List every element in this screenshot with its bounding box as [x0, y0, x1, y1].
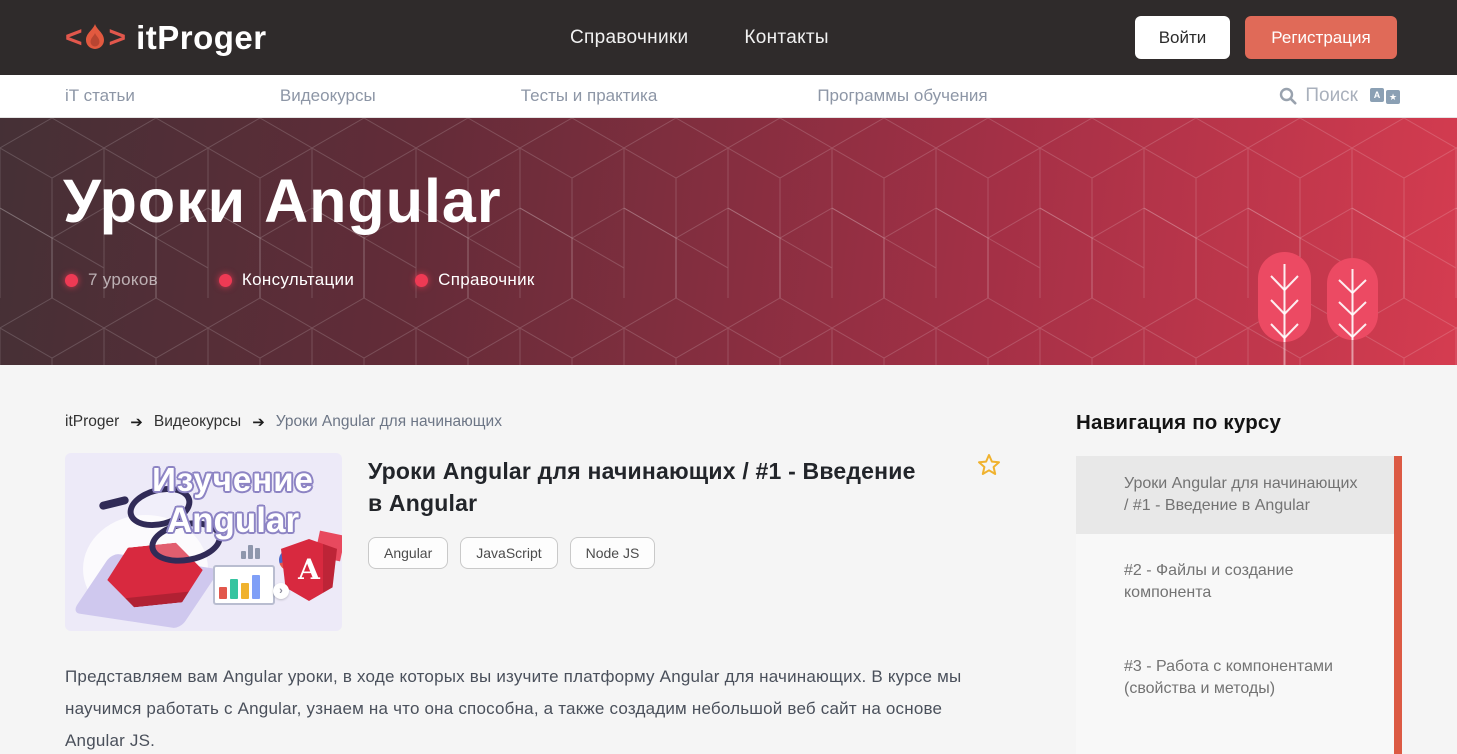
brand-text: itProger — [136, 18, 267, 56]
badge-lessons: 7 уроков — [65, 270, 158, 290]
bar-chart-icon — [241, 545, 260, 559]
badge-consultations: Консультации — [218, 270, 354, 290]
course-head: Уроки Angular для начинающих / #1 - Введ… — [368, 453, 928, 631]
red-dot-icon — [218, 273, 232, 287]
breadcrumb-arrow-icon: ➔ — [130, 414, 143, 431]
search-icon — [1280, 87, 1297, 105]
sidebar-heading: Навигация по курсу — [1076, 411, 1282, 434]
translate-a-box: A — [1370, 88, 1384, 102]
thumb-title: Изучение Angular — [152, 461, 314, 540]
hero-banner: Уроки Angular 7 уроков Консультации Спра… — [0, 118, 1457, 365]
nav-kontakty[interactable]: Контакты — [744, 27, 828, 49]
course-tags: Angular JavaScript Node JS — [368, 537, 928, 570]
auth-buttons: Войти Регистрация — [1135, 16, 1397, 59]
course-nav-item-1[interactable]: Уроки Angular для начинающих / #1 - Введ… — [1076, 456, 1394, 534]
angular-shield-icon: A › — [273, 530, 342, 601]
breadcrumb-courses[interactable]: Видеокурсы — [154, 413, 241, 431]
course-header-row: A › Изучение Angular Уроки Angular для н… — [65, 453, 1010, 631]
breadcrumb-current: Уроки Angular для начинающих — [275, 413, 502, 430]
search-label: Поиск — [1305, 85, 1358, 106]
subnav-video-courses[interactable]: Видеокурсы — [280, 86, 376, 106]
red-dot-icon — [65, 273, 78, 287]
flame-icon — [85, 23, 104, 49]
subnav-tests-practice[interactable]: Тесты и практика — [521, 86, 658, 106]
login-button[interactable]: Войти — [1135, 16, 1230, 59]
logo-flame-icon: < > — [65, 20, 126, 54]
course-title: Уроки Angular для начинающих / #1 - Введ… — [368, 458, 916, 517]
panel-scrollbar[interactable] — [1394, 456, 1402, 754]
chevron-circle-icon: › — [273, 583, 289, 599]
tree-decoration-icon — [1327, 258, 1378, 365]
course-nav-item-2[interactable]: #2 - Файлы и создание компонента — [1076, 534, 1394, 630]
course-nav-panel: Уроки Angular для начинающих / #1 - Введ… — [1076, 456, 1402, 754]
brand-logo[interactable]: < > itProger — [65, 19, 267, 57]
hero-badges: 7 уроков Консультации Справочник — [65, 270, 535, 290]
chart-monitor-icon — [213, 565, 275, 605]
hero-title: Уроки Angular — [63, 167, 502, 235]
nav-spravochniki[interactable]: Справочники — [570, 27, 688, 49]
top-nav: Справочники Контакты — [570, 27, 829, 49]
page: < > itProger Справочники Контакты Войти … — [0, 0, 1457, 754]
subnav-it-articles[interactable]: iT статьи — [65, 86, 135, 106]
tree-decoration-icon — [1258, 252, 1311, 365]
course-thumbnail: A › Изучение Angular — [65, 453, 342, 631]
translate-icon[interactable]: A ★ — [1370, 88, 1400, 104]
search[interactable]: Поиск — [1279, 85, 1358, 107]
course-nav-item-4[interactable]: #4 - Работа с HTML и — [1076, 726, 1394, 754]
main-content: itProger ➔ Видеокурсы ➔ Уроки Angular дл… — [0, 365, 1457, 754]
breadcrumb-arrow-icon: ➔ — [252, 414, 265, 431]
favorite-star-icon[interactable] — [977, 453, 1001, 481]
magnifier-handle-icon — [98, 495, 130, 511]
badge-reference: Справочник — [415, 270, 535, 290]
sub-nav: iT статьи Видеокурсы Тесты и практика Пр… — [0, 75, 1457, 118]
breadcrumb-home[interactable]: itProger — [65, 413, 119, 431]
tag-javascript[interactable]: JavaScript — [460, 537, 558, 570]
top-header: < > itProger Справочники Контакты Войти … — [0, 0, 1457, 75]
course-nav-item-3[interactable]: #3 - Работа с компонентами (свойства и м… — [1076, 630, 1394, 726]
translate-star-box: ★ — [1386, 90, 1400, 104]
red-dot-icon — [415, 273, 429, 287]
tag-angular[interactable]: Angular — [368, 537, 449, 570]
course-description: Представляем вам Angular уроки, в ходе к… — [65, 667, 962, 750]
cube-pattern — [0, 118, 1457, 365]
course-nav-sidebar: Навигация по курсу Уроки Angular для нач… — [1076, 411, 1402, 754]
register-button[interactable]: Регистрация — [1245, 16, 1397, 59]
tag-nodejs[interactable]: Node JS — [569, 537, 656, 570]
subnav-programs[interactable]: Программы обучения — [817, 86, 987, 106]
